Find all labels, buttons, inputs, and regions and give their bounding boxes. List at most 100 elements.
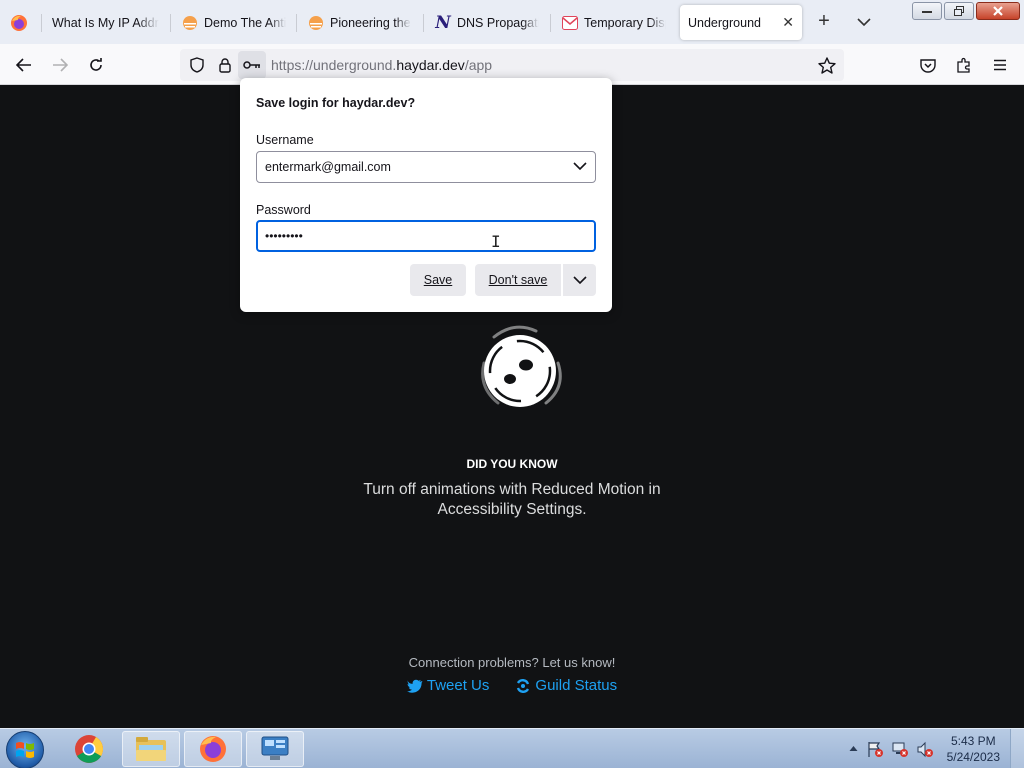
username-label: Username	[256, 133, 314, 147]
tab-title: DNS Propagatio	[457, 15, 539, 30]
twitter-bird-icon	[406, 679, 423, 693]
puzzle-icon	[957, 57, 970, 73]
forward-button[interactable]	[47, 52, 73, 78]
tab-separator	[423, 14, 424, 32]
tab-temporary-disposable[interactable]: Temporary Disp	[554, 5, 674, 40]
tab-title: Demo The Anti	[204, 15, 286, 30]
forward-arrow-icon	[53, 58, 68, 72]
save-login-popup: Save login for haydar.dev? Username ente…	[240, 78, 612, 312]
pocket-button[interactable]	[915, 52, 941, 78]
tweet-us-link[interactable]: Tweet Us	[406, 677, 490, 694]
tweet-us-label: Tweet Us	[426, 677, 490, 694]
username-field[interactable]: entermark@gmail.com	[256, 151, 596, 183]
restore-icon	[954, 6, 964, 16]
save-button-label: Save	[423, 273, 453, 287]
restore-button[interactable]	[944, 2, 974, 20]
popup-title: Save login for haydar.dev?	[256, 96, 416, 110]
tab-dns-propagation[interactable]: N DNS Propagatio	[427, 5, 547, 40]
n-logo-icon: N	[435, 12, 451, 33]
clock-date: 5/24/2023	[946, 750, 1000, 764]
reload-button[interactable]	[83, 52, 109, 78]
status-refresh-icon	[517, 678, 530, 693]
tracking-protection-shield-icon[interactable]	[188, 56, 206, 74]
windows-logo-icon	[16, 742, 34, 758]
app-menu-button[interactable]	[987, 52, 1013, 78]
password-field[interactable]: •••••••••	[256, 220, 596, 252]
username-value: entermark@gmail.com	[265, 160, 391, 174]
url-path: /app	[464, 57, 493, 73]
tab-whatismyip[interactable]: What Is My IP Addr	[44, 5, 169, 40]
save-button[interactable]: Save	[410, 264, 466, 296]
tab-close-icon[interactable]: ✕	[782, 14, 794, 31]
back-arrow-icon	[16, 58, 31, 72]
close-icon	[993, 6, 1003, 16]
firefox-icon	[200, 736, 226, 762]
minimize-icon	[922, 11, 932, 13]
show-desktop-button[interactable]	[1010, 729, 1024, 768]
tab-separator	[550, 14, 551, 32]
tab-pioneering[interactable]: Pioneering the	[300, 5, 420, 40]
tab-strip: What Is My IP Addr Demo The Anti Pioneer…	[0, 0, 1024, 44]
pocket-icon	[920, 58, 936, 73]
list-all-tabs-button[interactable]	[852, 10, 876, 34]
key-icon	[243, 61, 260, 69]
window-controls	[912, 2, 1020, 20]
system-clock[interactable]: 5:43 PM 5/24/2023	[947, 733, 1000, 765]
chevron-down-icon	[572, 276, 587, 285]
tab-separator	[296, 14, 297, 32]
taskbar: 5:43 PM 5/24/2023	[0, 728, 1024, 768]
folder-icon	[136, 737, 166, 761]
password-value: •••••••••	[265, 229, 303, 243]
address-bar[interactable]: https://underground.haydar.dev/app	[180, 49, 844, 81]
firefox-icon	[11, 15, 27, 31]
dont-save-button-label: Don't save	[488, 273, 548, 287]
help-links: Tweet Us Guild Status	[0, 677, 1024, 694]
url-prefix: https://underground.	[271, 57, 397, 73]
password-key-button[interactable]	[238, 51, 266, 79]
did-you-know-heading: DID YOU KNOW	[466, 457, 558, 471]
clock-time: 5:43 PM	[950, 734, 996, 748]
volume-muted-icon[interactable]	[916, 741, 934, 758]
extensions-button[interactable]	[951, 52, 977, 78]
minimize-button[interactable]	[912, 2, 942, 20]
chevron-down-icon[interactable]	[573, 161, 587, 171]
tab-demo-the-anti[interactable]: Demo The Anti	[174, 5, 294, 40]
connection-problems-text: Connection problems? Let us know!	[408, 655, 616, 670]
control-panel-icon	[261, 736, 289, 760]
more-options-dropdown[interactable]	[563, 264, 596, 296]
text-cursor-icon: I	[491, 232, 501, 251]
show-hidden-icons-icon[interactable]	[849, 745, 858, 752]
lock-icon[interactable]	[216, 56, 234, 74]
close-window-button[interactable]	[976, 2, 1020, 20]
discord-loading-logo-icon	[481, 325, 562, 407]
control-panel-taskbar-button[interactable]	[246, 731, 304, 767]
action-center-flag-icon[interactable]	[866, 741, 884, 758]
chevron-down-icon	[857, 18, 871, 27]
back-button[interactable]	[11, 52, 37, 78]
mail-icon	[562, 15, 578, 31]
bookmark-star-icon[interactable]	[818, 56, 836, 74]
network-icon[interactable]	[891, 741, 909, 758]
tab-title: Temporary Disp	[584, 15, 666, 30]
new-tab-button[interactable]: +	[812, 10, 836, 34]
firefox-view-button[interactable]	[6, 10, 32, 36]
tab-title: Underground	[688, 15, 761, 30]
loading-tip: Turn off animations with Reduced Motion …	[363, 481, 661, 518]
tab-title: Pioneering the	[330, 15, 411, 30]
chrome-icon	[75, 735, 103, 763]
guild-status-label: Guild Status	[535, 677, 618, 694]
orange-sun-icon	[182, 15, 198, 31]
dont-save-button[interactable]: Don't save	[475, 264, 561, 296]
tab-underground[interactable]: Underground ✕	[680, 5, 802, 40]
url-text[interactable]: https://underground.haydar.dev/app	[271, 57, 492, 73]
tab-title: What Is My IP Addr	[52, 15, 159, 30]
password-label: Password	[256, 203, 311, 217]
guild-status-link[interactable]: Guild Status	[515, 677, 617, 694]
chrome-taskbar-button[interactable]	[60, 731, 118, 767]
orange-sun-icon	[308, 15, 324, 31]
firefox-taskbar-button[interactable]	[184, 731, 242, 767]
hamburger-menu-icon	[994, 59, 1006, 71]
start-button[interactable]	[6, 731, 44, 768]
file-explorer-taskbar-button[interactable]	[122, 731, 180, 767]
reload-icon	[90, 58, 102, 71]
